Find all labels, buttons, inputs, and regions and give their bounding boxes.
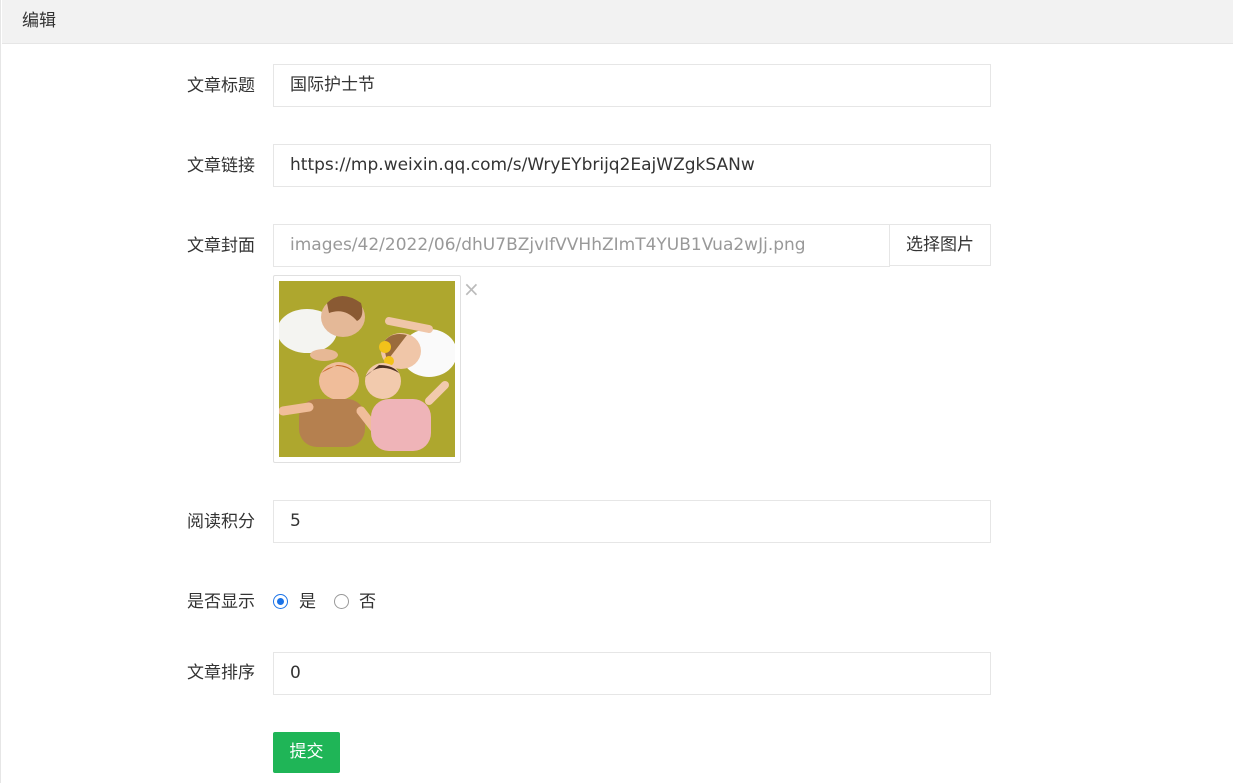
title-label: 文章标题 xyxy=(187,76,255,96)
show-yes-label[interactable]: 是 xyxy=(299,590,316,614)
submit-button[interactable]: 提交 xyxy=(273,732,340,773)
points-input[interactable]: 5 xyxy=(273,500,991,543)
show-no-radio[interactable] xyxy=(334,594,349,609)
cover-label: 文章封面 xyxy=(187,236,255,256)
points-label: 阅读积分 xyxy=(187,512,255,532)
close-icon[interactable]: × xyxy=(463,278,480,300)
edit-panel: 编辑 文章标题 国际护士节 文章链接 https://mp.weixin.qq.… xyxy=(0,0,1233,783)
show-yes-radio[interactable] xyxy=(273,594,288,609)
link-input[interactable]: https://mp.weixin.qq.com/s/WryEYbrijq2Ea… xyxy=(273,144,991,187)
sort-input[interactable]: 0 xyxy=(273,652,991,695)
show-label: 是否显示 xyxy=(187,592,255,612)
sort-label: 文章排序 xyxy=(187,663,255,683)
link-label: 文章链接 xyxy=(187,156,255,176)
select-image-button[interactable]: 选择图片 xyxy=(889,224,991,266)
title-input[interactable]: 国际护士节 xyxy=(273,64,991,107)
cover-path-input[interactable]: images/42/2022/06/dhU7BZjvIfVVHhZImT4YUB… xyxy=(273,224,890,267)
panel-title: 编辑 xyxy=(22,11,56,31)
show-no-label[interactable]: 否 xyxy=(359,590,376,614)
cover-thumbnail-frame xyxy=(273,275,461,463)
cover-thumbnail xyxy=(279,281,455,457)
panel-header: 编辑 xyxy=(2,0,1233,44)
